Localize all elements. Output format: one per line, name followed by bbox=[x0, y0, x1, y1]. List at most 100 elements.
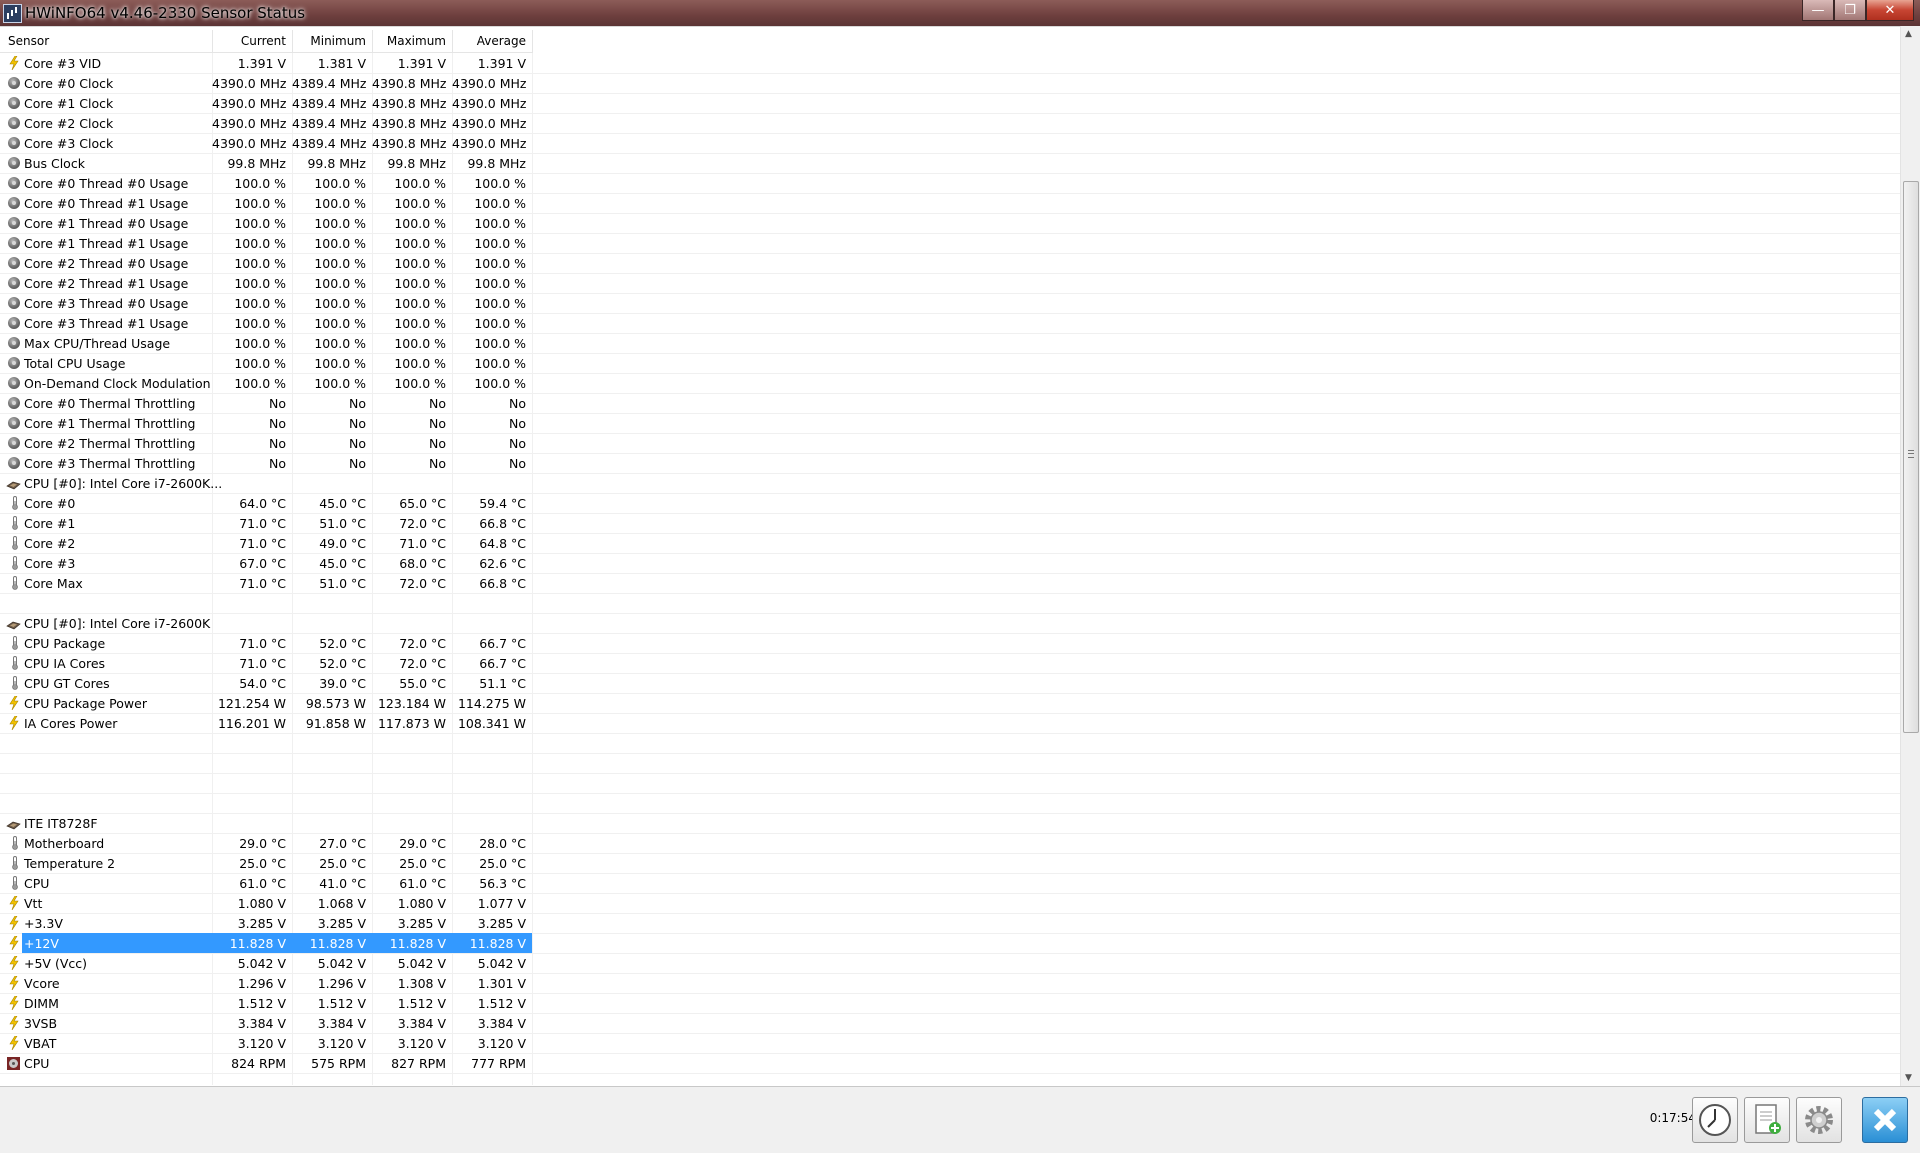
column-header-sensor[interactable]: Sensor bbox=[8, 34, 49, 48]
table-row[interactable]: Max CPU/Thread Usage 100.0 % 100.0 % 100.0 … bbox=[0, 333, 1900, 354]
minimize-button[interactable]: — bbox=[1802, 0, 1834, 21]
table-row[interactable]: CPU IA Cores 71.0 °C 52.0 °C 72.0 °C 66.7 °C bbox=[0, 653, 1900, 674]
table-row[interactable]: Core #3 Thread #1 Usage 100.0 % 100.0 % 100… bbox=[0, 313, 1900, 334]
table-row[interactable]: CPU [#0]: Intel Core i7-2600K... bbox=[0, 473, 1900, 494]
table-row[interactable]: Core #1 Thread #1 Usage 100.0 % 100.0 % 100… bbox=[0, 233, 1900, 254]
hwinfo-app-icon[interactable] bbox=[3, 4, 22, 23]
table-row[interactable]: Motherboard 29.0 °C 27.0 °C 29.0 °C 28.0 °C bbox=[0, 833, 1900, 854]
scrollbar-thumb[interactable] bbox=[1903, 181, 1919, 733]
current-value-cell: 61.0 °C bbox=[239, 876, 286, 891]
table-row[interactable]: Vcore 1.296 V 1.296 V 1.308 V 1.301 V bbox=[0, 973, 1900, 994]
table-row[interactable]: Temperature 2 25.0 °C 25.0 °C 25.0 °C 25.0 °… bbox=[0, 853, 1900, 874]
sensor-name-cell: Core #2 Thread #0 Usage bbox=[24, 256, 189, 271]
settings-button[interactable] bbox=[1796, 1097, 1842, 1143]
table-row[interactable]: On-Demand Clock Modulation 100.0 % 100.0 %… bbox=[0, 373, 1900, 394]
table-row[interactable]: Core Max 71.0 °C 51.0 °C 72.0 °C 66.8 °C bbox=[0, 573, 1900, 594]
table-row[interactable]: DIMM 1.512 V 1.512 V 1.512 V 1.512 V bbox=[0, 993, 1900, 1014]
close-window-button[interactable]: ✕ bbox=[1866, 0, 1914, 21]
table-row[interactable]: CPU GT Cores 54.0 °C 39.0 °C 55.0 °C 51.1 °C bbox=[0, 673, 1900, 694]
table-row[interactable]: VBAT 3.120 V 3.120 V 3.120 V 3.120 V bbox=[0, 1033, 1900, 1054]
table-row[interactable]: Core #0 Thread #1 Usage 100.0 % 100.0 % 100… bbox=[0, 193, 1900, 214]
vertical-scrollbar[interactable]: ▲ ▼ bbox=[1900, 26, 1920, 1086]
current-value-cell: 4390.0 MHz bbox=[212, 116, 287, 131]
table-row[interactable]: CPU Package Power 121.254 W 98.573 W 123.18… bbox=[0, 693, 1900, 714]
table-row[interactable]: Core #0 Clock 4390.0 MHz 4389.4 MHz 4390.8 … bbox=[0, 73, 1900, 94]
table-row[interactable]: CPU Package 71.0 °C 52.0 °C 72.0 °C 66.7 °C bbox=[0, 633, 1900, 654]
table-row[interactable]: Core #2 Thread #1 Usage 100.0 % 100.0 % 100… bbox=[0, 273, 1900, 294]
table-row[interactable]: Total CPU Usage 100.0 % 100.0 % 100.0 % 100.… bbox=[0, 353, 1900, 374]
table-row[interactable]: Core #1 Thread #0 Usage 100.0 % 100.0 % 100… bbox=[0, 213, 1900, 234]
minimum-value-cell: 3.120 V bbox=[317, 1036, 366, 1051]
close-icon bbox=[1873, 1108, 1897, 1132]
average-value-cell: No bbox=[509, 396, 526, 411]
table-row[interactable]: ITE IT8728F bbox=[0, 813, 1900, 834]
table-row[interactable]: CPU [#0]: Intel Core i7-2600K bbox=[0, 613, 1900, 634]
table-row[interactable]: +3.3V 3.285 V 3.285 V 3.285 V 3.285 V bbox=[0, 913, 1900, 934]
sensor-name-cell: CPU Package bbox=[24, 636, 106, 651]
average-value-cell: 1.512 V bbox=[477, 996, 526, 1011]
empty-row[interactable] bbox=[0, 793, 1900, 814]
logging-button[interactable] bbox=[1744, 1097, 1790, 1143]
maximum-value-cell: No bbox=[429, 416, 446, 431]
minimum-value-cell: 100.0 % bbox=[314, 236, 366, 251]
sensor-list[interactable]: Sensor Current Minimum Maximum Average C… bbox=[0, 26, 1920, 1087]
column-header-maximum[interactable]: Maximum bbox=[372, 34, 446, 48]
table-row[interactable]: Core #1 Thermal Throttling No No No No bbox=[0, 413, 1900, 434]
column-header-average[interactable]: Average bbox=[452, 34, 526, 48]
sensor-dot-icon bbox=[8, 157, 20, 169]
table-row[interactable]: Core #1 71.0 °C 51.0 °C 72.0 °C 66.8 °C bbox=[0, 513, 1900, 534]
sensor-name-cell: CPU [#0]: Intel Core i7-2600K... bbox=[24, 476, 223, 491]
table-row[interactable]: Core #3 VID 1.391 V 1.381 V 1.391 V 1.391 V bbox=[0, 53, 1900, 74]
table-row[interactable]: +5V (Vcc) 5.042 V 5.042 V 5.042 V 5.042 V bbox=[0, 953, 1900, 974]
table-row[interactable]: +12V 11.828 V 11.828 V 11.828 V 11.828 V bbox=[0, 933, 1900, 954]
maximum-value-cell: 100.0 % bbox=[394, 196, 446, 211]
sensor-name-cell: Core #2 Clock bbox=[24, 116, 114, 131]
table-row[interactable]: CPU 824 RPM 575 RPM 827 RPM 777 RPM bbox=[0, 1053, 1900, 1074]
empty-row[interactable] bbox=[0, 733, 1900, 754]
table-row[interactable]: Core #3 Clock 4390.0 MHz 4389.4 MHz 4390.8 … bbox=[0, 133, 1900, 154]
scroll-up-arrow-icon[interactable]: ▲ bbox=[1905, 29, 1912, 39]
current-value-cell: 824 RPM bbox=[231, 1056, 286, 1071]
table-row[interactable]: Core #1 Clock 4390.0 MHz 4389.4 MHz 4390.8 … bbox=[0, 93, 1900, 114]
minimum-value-cell: 52.0 °C bbox=[319, 656, 366, 671]
empty-row[interactable] bbox=[0, 773, 1900, 794]
sensor-dot-icon bbox=[8, 97, 20, 109]
table-row[interactable]: Core #3 Thermal Throttling No No No No bbox=[0, 453, 1900, 474]
table-row[interactable]: Bus Clock 99.8 MHz 99.8 MHz 99.8 MHz 99.8 MH… bbox=[0, 153, 1900, 174]
empty-row[interactable] bbox=[0, 593, 1900, 614]
minimum-value-cell: 3.384 V bbox=[317, 1016, 366, 1031]
scroll-down-arrow-icon[interactable]: ▼ bbox=[1905, 1073, 1912, 1083]
average-value-cell: 1.077 V bbox=[477, 896, 526, 911]
maximum-value-cell: 1.512 V bbox=[397, 996, 446, 1011]
table-row[interactable]: Core #3 Thread #0 Usage 100.0 % 100.0 % 100… bbox=[0, 293, 1900, 314]
reset-timer-button[interactable] bbox=[1692, 1097, 1738, 1143]
table-row[interactable]: CPU 61.0 °C 41.0 °C 61.0 °C 56.3 °C bbox=[0, 873, 1900, 894]
sensor-name-cell: Total CPU Usage bbox=[24, 356, 126, 371]
table-row[interactable]: Core #3 67.0 °C 45.0 °C 68.0 °C 62.6 °C bbox=[0, 553, 1900, 574]
empty-row[interactable] bbox=[0, 753, 1900, 774]
column-header-minimum[interactable]: Minimum bbox=[292, 34, 366, 48]
table-row[interactable]: IA Cores Power 116.201 W 91.858 W 117.873 W… bbox=[0, 713, 1900, 734]
table-row[interactable]: Vtt 1.080 V 1.068 V 1.080 V 1.077 V bbox=[0, 893, 1900, 914]
table-row[interactable]: Core #0 Thermal Throttling No No No No bbox=[0, 393, 1900, 414]
table-row[interactable]: Core #2 Clock 4390.0 MHz 4389.4 MHz 4390.8 … bbox=[0, 113, 1900, 134]
average-value-cell: 99.8 MHz bbox=[467, 156, 526, 171]
current-value-cell: 67.0 °C bbox=[239, 556, 286, 571]
table-row[interactable]: Core #0 Thread #0 Usage 100.0 % 100.0 % 100… bbox=[0, 173, 1900, 194]
chip-icon bbox=[6, 478, 21, 490]
table-row[interactable]: Core #2 Thread #0 Usage 100.0 % 100.0 % 100… bbox=[0, 253, 1900, 274]
table-row[interactable]: Core #0 64.0 °C 45.0 °C 65.0 °C 59.4 °C bbox=[0, 493, 1900, 514]
maximum-value-cell: 117.873 W bbox=[377, 716, 446, 731]
column-divider[interactable] bbox=[532, 30, 533, 52]
table-row[interactable]: 3VSB 3.384 V 3.384 V 3.384 V 3.384 V bbox=[0, 1013, 1900, 1034]
minimum-value-cell: 100.0 % bbox=[314, 216, 366, 231]
column-header-current[interactable]: Current bbox=[212, 34, 286, 48]
title-bar[interactable]: HWiNFO64 v4.46-2330 Sensor Status — ❐ ✕ bbox=[0, 0, 1920, 26]
sensor-name-cell: On-Demand Clock Modulation bbox=[24, 376, 211, 391]
maximize-button[interactable]: ❐ bbox=[1834, 0, 1866, 21]
thermometer-icon bbox=[11, 856, 19, 870]
table-row[interactable]: Core #2 71.0 °C 49.0 °C 71.0 °C 64.8 °C bbox=[0, 533, 1900, 554]
close-sensors-button[interactable] bbox=[1862, 1097, 1908, 1143]
average-value-cell: 3.384 V bbox=[477, 1016, 526, 1031]
table-row[interactable]: Core #2 Thermal Throttling No No No No bbox=[0, 433, 1900, 454]
